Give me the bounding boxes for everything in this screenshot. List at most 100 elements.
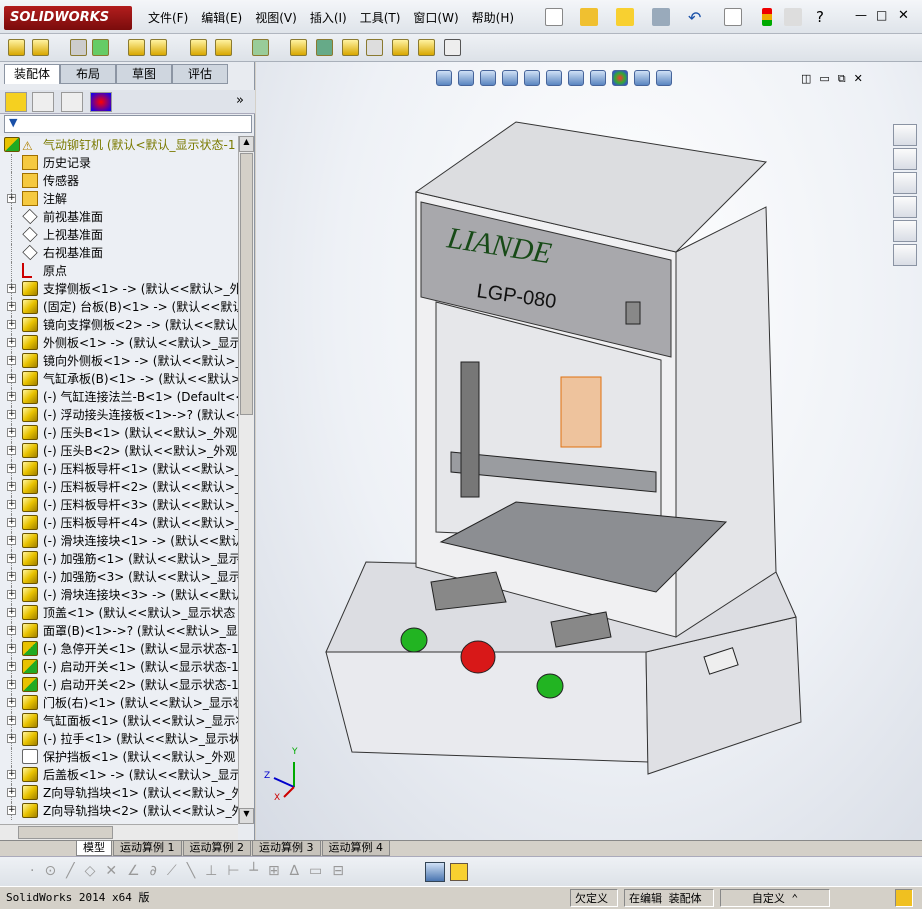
sketch-tool-icons[interactable]: ·⊙╱◇✕∠∂⟋╲⊥⊢┴⊞∆▭⊟ — [30, 863, 354, 879]
tree-item[interactable]: 右视基准面 — [0, 244, 238, 262]
expand-icon[interactable]: + — [7, 716, 16, 725]
tree-item[interactable]: + (-) 压头B<2> (默认<<默认>_外观 显 — [0, 442, 238, 460]
move-component-icon[interactable] — [150, 39, 167, 56]
expand-icon[interactable]: + — [7, 356, 16, 365]
expand-icon[interactable]: + — [7, 698, 16, 707]
insert-component-icon[interactable] — [8, 39, 25, 56]
instant3d-icon[interactable] — [392, 39, 409, 56]
warning-icon[interactable] — [450, 863, 468, 881]
expand-icon[interactable]: + — [7, 410, 16, 419]
reference-geometry-icon[interactable] — [252, 39, 269, 56]
expand-icon[interactable]: + — [7, 518, 16, 527]
tab-model[interactable]: 模型 — [76, 841, 112, 856]
expand-chevron-icon[interactable]: » — [236, 93, 244, 108]
menu-view[interactable]: 视图(V) — [255, 9, 297, 26]
tree-item[interactable]: + Z向导轨挡块<2> (默认<<默认>_外观 — [0, 802, 238, 820]
tree-vertical-scrollbar[interactable]: ▲ ▼ — [238, 136, 254, 824]
tree-item[interactable]: + 镜向支撑侧板<2> -> (默认<<默认>_外 — [0, 316, 238, 334]
expand-icon[interactable]: + — [7, 734, 16, 743]
snapshot-icon[interactable] — [444, 39, 461, 56]
tab-motion-study-3[interactable]: 运动算例 3 — [252, 841, 321, 856]
expand-icon[interactable]: + — [7, 770, 16, 779]
start-button-right[interactable] — [536, 673, 564, 699]
tree-item[interactable]: + 面罩(B)<1>->? (默认<<默认>_显示状 — [0, 622, 238, 640]
bill-of-materials-icon[interactable] — [316, 39, 333, 56]
tree-item[interactable]: 原点 — [0, 262, 238, 280]
units-selector[interactable]: 自定义 ⌃ — [720, 889, 830, 907]
menu-edit[interactable]: 编辑(E) — [201, 9, 242, 26]
menu-help[interactable]: 帮助(H) — [472, 9, 514, 26]
menu-window[interactable]: 窗口(W) — [413, 9, 458, 26]
expand-icon[interactable]: + — [7, 554, 16, 563]
undo-icon[interactable]: ↶ — [688, 8, 706, 27]
tree-item[interactable]: + (-) 拉手<1> (默认<<默认>_显示状态 — [0, 730, 238, 748]
tree-item[interactable]: + (-) 滑块连接块<1> -> (默认<<默认> — [0, 532, 238, 550]
expand-icon[interactable]: + — [7, 680, 16, 689]
configuration-manager-tab-icon[interactable] — [61, 92, 83, 112]
tree-horizontal-scrollbar[interactable] — [0, 824, 238, 840]
graphics-area[interactable]: ◫▭⧉✕ LIANDE LGP-080 Y Z X — [256, 62, 922, 840]
display-manager-tab-icon[interactable] — [90, 92, 112, 112]
tab-sketch[interactable]: 草图 — [116, 64, 172, 84]
expand-icon[interactable]: + — [7, 464, 16, 473]
tree-item[interactable]: + (-) 压料板导杆<3> (默认<<默认>_显 — [0, 496, 238, 514]
tree-item[interactable]: + (-) 浮动接头连接板<1>->? (默认<<默 — [0, 406, 238, 424]
machine-model[interactable]: LIANDE LGP-080 Y Z X — [256, 62, 922, 840]
minimize-icon[interactable]: — — [855, 8, 873, 26]
tab-motion-study-2[interactable]: 运动算例 2 — [182, 841, 251, 856]
expand-icon[interactable]: + — [7, 644, 16, 653]
expand-icon[interactable]: + — [7, 626, 16, 635]
mate-icon[interactable] — [32, 39, 49, 56]
new-motion-study-icon[interactable] — [290, 39, 307, 56]
tree-item[interactable]: + (-) 滑块连接块<3> -> (默认<<默认> — [0, 586, 238, 604]
exploded-view-icon[interactable] — [342, 39, 359, 56]
tree-item[interactable]: + 气缸承板(B)<1> -> (默认<<默认>_显 — [0, 370, 238, 388]
expand-icon[interactable]: + — [7, 392, 16, 401]
expand-icon[interactable]: + — [7, 788, 16, 797]
tab-motion-study-1[interactable]: 运动算例 1 — [113, 841, 182, 856]
tree-item[interactable]: + 后盖板<1> -> (默认<<默认>_显示状 — [0, 766, 238, 784]
tree-item[interactable]: 历史记录 — [0, 154, 238, 172]
paperclip-icon[interactable] — [70, 39, 87, 56]
tree-item[interactable]: + 顶盖<1> (默认<<默认>_显示状态 1> — [0, 604, 238, 622]
tree-item[interactable]: + (-) 急停开关<1> (默认<显示状态-1> — [0, 640, 238, 658]
update-icon[interactable] — [418, 39, 435, 56]
tree-item[interactable]: + (-) 启动开关<2> (默认<显示状态-1> — [0, 676, 238, 694]
open-icon[interactable] — [580, 8, 598, 26]
tree-item[interactable]: + (-) 加强筋<3> (默认<<默认>_显示状 — [0, 568, 238, 586]
scroll-thumb[interactable] — [240, 153, 253, 415]
tab-assembly[interactable]: 装配体 — [4, 64, 60, 84]
expand-icon[interactable]: + — [7, 194, 16, 203]
tab-layout[interactable]: 布局 — [60, 64, 116, 84]
feature-manager-tab-icon[interactable] — [5, 92, 27, 112]
expand-icon[interactable]: + — [7, 806, 16, 815]
options-icon[interactable] — [784, 8, 802, 26]
smart-fasteners-icon[interactable] — [128, 39, 145, 56]
traffic-light-icon[interactable] — [762, 8, 772, 26]
tree-item[interactable]: + 外侧板<1> -> (默认<<默认>_显示状态 — [0, 334, 238, 352]
tree-item[interactable]: + 注解 — [0, 190, 238, 208]
rebuild-warning-icon[interactable] — [616, 8, 634, 26]
close-icon[interactable]: ✕ — [898, 8, 916, 26]
tree-item[interactable]: 前视基准面 — [0, 208, 238, 226]
show-hidden-icon[interactable] — [190, 39, 207, 56]
pattern-icon[interactable] — [92, 39, 109, 56]
explode-line-icon[interactable] — [366, 39, 383, 56]
restore-icon[interactable]: □ — [876, 8, 894, 26]
expand-icon[interactable]: + — [7, 608, 16, 617]
tree-item[interactable]: + (-) 压料板导杆<4> (默认<<默认>_显 — [0, 514, 238, 532]
expand-icon[interactable]: + — [7, 590, 16, 599]
tree-item[interactable]: + (-) 压料板导杆<2> (默认<<默认>_显 — [0, 478, 238, 496]
tree-item[interactable]: 保护挡板<1> (默认<<默认>_外观 显示 — [0, 748, 238, 766]
emergency-stop-button[interactable] — [460, 640, 496, 674]
expand-icon[interactable]: + — [7, 374, 16, 383]
expand-icon[interactable]: + — [7, 446, 16, 455]
expand-icon[interactable]: + — [7, 284, 16, 293]
filter-icon[interactable]: ▼ — [4, 115, 252, 133]
tab-evaluate[interactable]: 评估 — [172, 64, 228, 84]
tree-item[interactable]: 上视基准面 — [0, 226, 238, 244]
expand-icon[interactable]: + — [7, 572, 16, 581]
tree-item[interactable]: + Z向导轨挡块<1> (默认<<默认>_外观 — [0, 784, 238, 802]
tree-item[interactable]: + (-) 加强筋<1> (默认<<默认>_显示状 — [0, 550, 238, 568]
tree-item[interactable]: + 气缸面板<1> (默认<<默认>_显示状态 — [0, 712, 238, 730]
